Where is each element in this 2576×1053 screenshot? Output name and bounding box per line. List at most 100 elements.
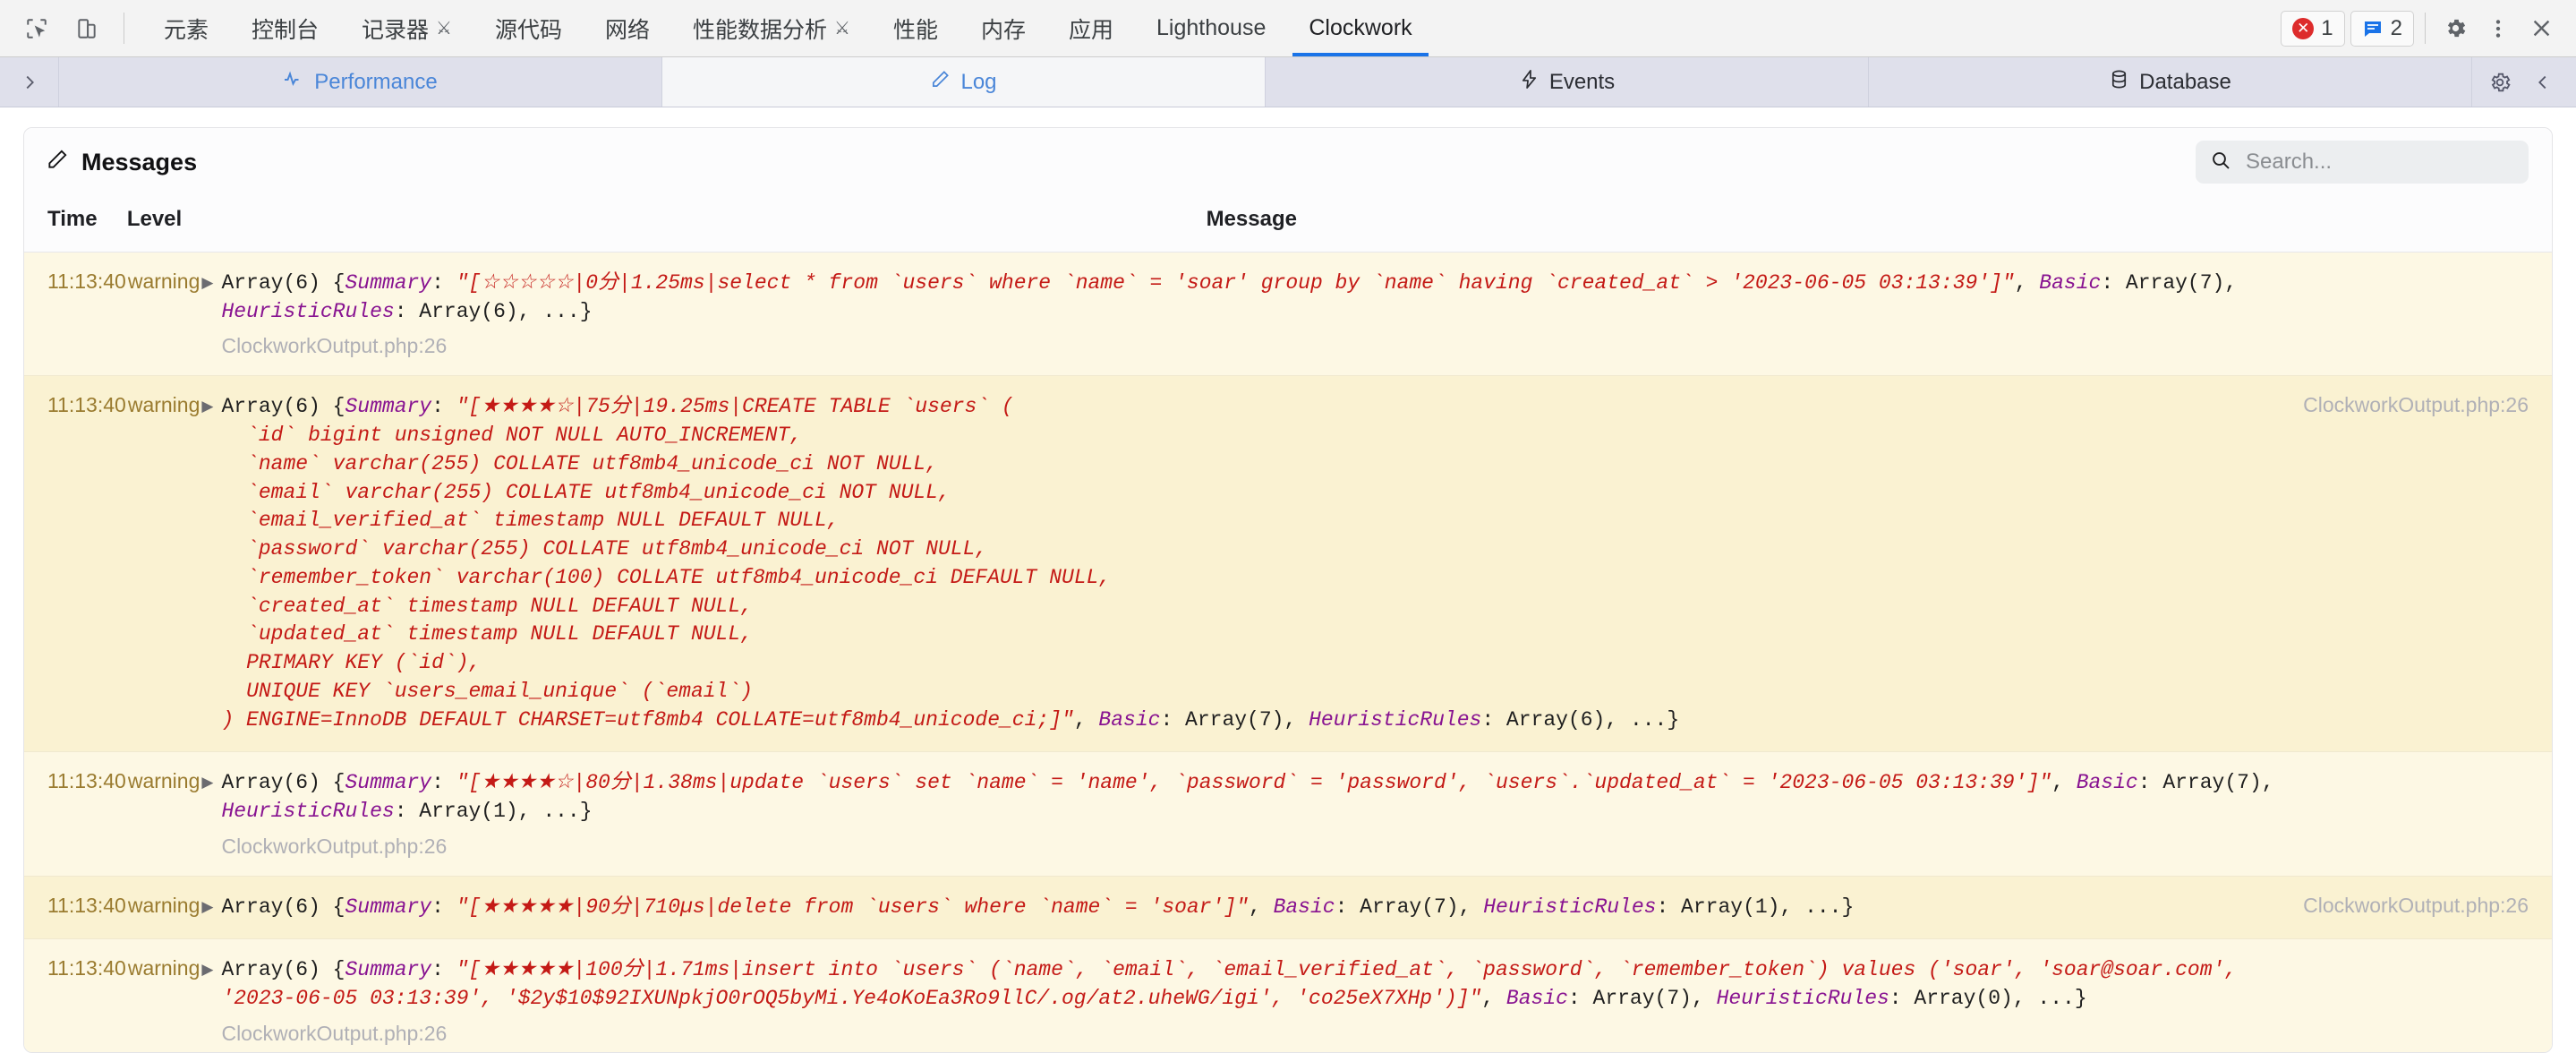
row-source[interactable] [2302, 751, 2552, 877]
search-field[interactable] [2244, 149, 2514, 176]
device-toolbar-icon[interactable] [68, 10, 106, 47]
column-header-message: Message [200, 196, 2303, 253]
row-source[interactable]: ClockworkOutput.php:26 [2302, 375, 2552, 753]
panel-tab-label: Lighthouse [1156, 15, 1267, 40]
row-source[interactable] [2302, 252, 2552, 377]
expand-triangle-icon[interactable]: ▶ [201, 395, 213, 418]
log-table-body: 11:13:40 warning ▶ Array(6) {Summary: "[☆☆☆… [24, 252, 2552, 1052]
panel-tab-label: 性能数据分析 [693, 17, 828, 43]
panel-tab-application[interactable]: 应用 [1047, 0, 1135, 56]
column-header-source [2302, 196, 2552, 253]
panel-tab-performance-insights[interactable]: 性能数据分析 ⚔ [671, 0, 872, 56]
database-icon [2109, 69, 2129, 96]
chevron-right-icon[interactable] [0, 57, 59, 107]
message-count-badge[interactable]: 2 [2350, 10, 2414, 47]
panel-tab-label: 应用 [1069, 17, 1114, 43]
pulse-icon [283, 68, 304, 96]
table-row[interactable]: 11:13:40 warning ▶ Array(6) {Summary: "[☆☆☆… [24, 252, 2552, 377]
message-content: Array(6) {Summary: "[☆☆☆☆☆|0分|1.25ms|sel… [221, 271, 2249, 323]
tab-log[interactable]: Log [662, 57, 1266, 107]
row-source[interactable] [2302, 938, 2552, 1052]
search-icon [2210, 150, 2231, 176]
toolbar-divider [2425, 13, 2426, 44]
panel-tab-label: Clockwork [1309, 15, 1412, 40]
clockwork-tab-bar: Performance Log Events Database [0, 57, 2576, 107]
panel-tab-recorder[interactable]: 记录器 ⚔ [340, 0, 473, 56]
devtools-panel-tabs: 元素 控制台 记录器 ⚔ 源代码 网络 性能数据分析 ⚔ 性能 内存 应用 Li… [142, 0, 2273, 56]
expand-triangle-icon[interactable]: ▶ [201, 271, 213, 295]
tab-performance[interactable]: Performance [59, 57, 662, 107]
lightning-icon [1519, 69, 1540, 96]
log-table-header-row: Time Level Message [24, 196, 2552, 253]
panel-tab-memory[interactable]: 内存 [960, 0, 1047, 56]
row-time: 11:13:40 [24, 876, 127, 940]
devtools-tool-icons [0, 0, 142, 56]
row-source-link[interactable]: ClockworkOutput.php:26 [221, 334, 2290, 358]
panel-tab-clockwork[interactable]: Clockwork [1287, 0, 1433, 56]
panel-tab-label: 记录器 [362, 17, 430, 43]
settings-gear-icon[interactable] [2436, 10, 2474, 47]
panel-tab-sources[interactable]: 源代码 [473, 0, 584, 56]
close-devtools-icon[interactable] [2522, 10, 2560, 47]
message-content: Array(6) {Summary: "[★★★★★|90分|710µs|del… [221, 895, 1855, 919]
experimental-beaker-icon: ⚔ [834, 19, 850, 39]
panel-tab-label: 控制台 [252, 17, 320, 43]
row-level: warning [126, 938, 201, 1052]
column-header-level: Level [126, 196, 201, 253]
panel-tab-label: 元素 [164, 17, 209, 43]
messages-card: Messages Time Level Message [23, 127, 2553, 1053]
clockwork-tab-bar-right [2472, 57, 2576, 107]
table-row[interactable]: 11:13:40 warning ▶ Array(6) {Summary: "[★★★… [24, 876, 2552, 940]
row-source[interactable]: ClockworkOutput.php:26 [2302, 876, 2552, 940]
panel-tab-elements[interactable]: 元素 [142, 0, 230, 56]
row-level: warning [126, 876, 201, 940]
row-time: 11:13:40 [24, 375, 127, 753]
log-table-head: Time Level Message [24, 196, 2552, 253]
panel-tab-lighthouse[interactable]: Lighthouse [1135, 0, 1287, 56]
search-input[interactable] [2196, 141, 2529, 184]
tab-label: Performance [314, 69, 438, 94]
row-time: 11:13:40 [24, 252, 127, 377]
clockwork-settings-icon[interactable] [2481, 64, 2519, 101]
expand-triangle-icon[interactable]: ▶ [201, 958, 213, 981]
error-count-badge[interactable]: ✕ 1 [2281, 10, 2345, 47]
row-message: ▶ Array(6) {Summary: "[★★★★☆|80分|1.38ms|u… [200, 751, 2303, 877]
collapse-left-icon[interactable] [2524, 64, 2562, 101]
row-level: warning [126, 252, 201, 377]
row-time: 11:13:40 [24, 751, 127, 877]
message-content: Array(6) {Summary: "[★★★★☆|80分|1.38ms|up… [221, 771, 2287, 824]
table-row[interactable]: 11:13:40 warning ▶ Array(6) {Summary: "[★★★… [24, 938, 2552, 1052]
error-circle-icon: ✕ [2292, 17, 2315, 39]
error-count-value: 1 [2321, 15, 2333, 40]
expand-triangle-icon[interactable]: ▶ [201, 895, 213, 919]
tab-label: Database [2139, 69, 2231, 94]
row-message: ▶ Array(6) {Summary: "[★★★★★|90分|710µs|de… [200, 876, 2303, 940]
inspect-element-icon[interactable] [18, 10, 55, 47]
message-count-value: 2 [2390, 15, 2402, 40]
speech-bubble-icon [2362, 18, 2384, 39]
panel-tab-performance[interactable]: 性能 [872, 0, 960, 56]
row-level: warning [126, 751, 201, 877]
panel-tab-network[interactable]: 网络 [584, 0, 671, 56]
column-header-time: Time [24, 196, 127, 253]
tab-label: Log [960, 69, 997, 94]
expand-triangle-icon[interactable]: ▶ [201, 771, 213, 794]
row-level: warning [126, 375, 201, 753]
devtools-toolbar-right: ✕ 1 2 [2273, 0, 2576, 56]
clockwork-log-content: Messages Time Level Message [0, 107, 2576, 1053]
tab-label: Events [1548, 69, 1616, 94]
log-table: Time Level Message 11:13:40 warning ▶ Array… [24, 196, 2552, 1052]
row-message: ▶ Array(6) {Summary: "[☆☆☆☆☆|0分|1.25ms|se… [200, 252, 2303, 377]
more-options-icon[interactable] [2479, 10, 2517, 47]
panel-tab-console[interactable]: 控制台 [230, 0, 340, 56]
row-source-link[interactable]: ClockworkOutput.php:26 [221, 1022, 2290, 1046]
pencil-icon [930, 69, 951, 96]
tab-events[interactable]: Events [1266, 57, 1869, 107]
table-row[interactable]: 11:13:40 warning ▶ Array(6) {Summary: "[★★★… [24, 751, 2552, 877]
row-source-link[interactable]: ClockworkOutput.php:26 [221, 835, 2290, 859]
tab-database[interactable]: Database [1869, 57, 2472, 107]
row-message: ▶ Array(6) {Summary: "[★★★★★|100分|1.71ms|… [200, 938, 2303, 1052]
table-row[interactable]: 11:13:40 warning ▶ Array(6) {Summary: "[★★★… [24, 375, 2552, 753]
page-title: Messages [46, 148, 197, 177]
devtools-toolbar: 元素 控制台 记录器 ⚔ 源代码 网络 性能数据分析 ⚔ 性能 内存 应用 Li… [0, 0, 2576, 57]
